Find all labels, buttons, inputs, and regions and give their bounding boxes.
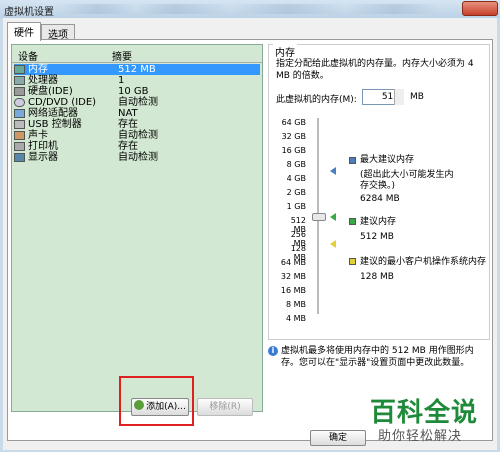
max-recommended-note: (超出此大小可能发生内存交换。) (360, 170, 454, 191)
memory-unit: MB (410, 92, 424, 102)
ok-button[interactable]: 确定 (310, 430, 366, 446)
device-summary: 10 GB (118, 86, 149, 97)
device-summary: 存在 (118, 119, 138, 130)
list-header: 设备 摘要 (12, 45, 262, 63)
device-summary: 512 MB (118, 64, 156, 75)
scale-label: 32 GB (281, 132, 306, 141)
scale-label: 1 GB (286, 202, 306, 211)
memory-spinner[interactable] (394, 89, 404, 105)
max-recommended-marker-icon (330, 167, 336, 175)
max-recommended-value: 6284 MB (360, 194, 400, 204)
device-row-hard-disk[interactable]: 硬盘(IDE) 10 GB (14, 86, 260, 97)
scale-label: 8 GB (286, 160, 306, 169)
scale-label: 64 MB (280, 258, 306, 267)
device-summary: NAT (118, 108, 138, 119)
scale-label: 32 MB (280, 272, 306, 281)
device-row-network[interactable]: 网络适配器 NAT (14, 108, 260, 119)
graphics-memory-info: 虚拟机最多将使用内存中的 512 MB 用作图形内存。您可以在"显示器"设置页面… (281, 346, 474, 368)
device-name: 打印机 (28, 141, 58, 152)
device-name: 网络适配器 (28, 108, 78, 119)
network-adapter-icon (14, 109, 25, 118)
recommended-legend-icon (349, 218, 356, 225)
scale-label: 4 GB (286, 174, 306, 183)
info-icon: i (268, 346, 278, 356)
tab-hardware[interactable]: 硬件 (7, 22, 41, 41)
device-name: 显示器 (28, 152, 58, 163)
scale-label: 4 MB (285, 314, 306, 323)
sound-card-icon (14, 131, 25, 140)
device-name: 硬盘(IDE) (28, 86, 73, 97)
tab-strip: 硬件 选项 (7, 22, 75, 41)
vm-settings-window: 虚拟机设置 硬件 选项 设备 摘要 内存 512 MB 处理器 1 硬盘(IDE… (0, 0, 500, 452)
max-recommended-legend-icon (349, 157, 356, 164)
device-row-memory[interactable]: 内存 512 MB (14, 64, 260, 75)
device-summary: 自动检测 (118, 152, 158, 163)
scale-label: 16 MB (280, 286, 306, 295)
device-name: CD/DVD (IDE) (28, 97, 97, 108)
scale-label: 64 GB (281, 118, 306, 127)
memory-field-label: 此虚拟机的内存(M): (276, 95, 357, 105)
device-summary: 自动检测 (118, 97, 158, 108)
device-row-sound[interactable]: 声卡 自动检测 (14, 130, 260, 141)
scale-label: 8 MB (285, 300, 306, 309)
remove-button[interactable]: 移除(R) (197, 398, 253, 416)
device-row-printer[interactable]: 打印机 存在 (14, 141, 260, 152)
hard-disk-icon (14, 87, 25, 96)
device-name: 声卡 (28, 130, 48, 141)
usb-icon (14, 120, 25, 129)
display-icon (14, 153, 25, 162)
recommended-value: 512 MB (360, 232, 394, 242)
device-name: 内存 (28, 64, 48, 75)
device-summary: 存在 (118, 141, 138, 152)
device-name: USB 控制器 (28, 119, 82, 130)
device-list[interactable]: 设备 摘要 内存 512 MB 处理器 1 硬盘(IDE) 10 GB CD/D… (11, 44, 263, 412)
device-summary: 自动检测 (118, 130, 158, 141)
guest-min-marker-icon (330, 240, 336, 248)
cd-dvd-icon (14, 98, 25, 107)
guest-min-value: 128 MB (360, 272, 394, 282)
window-title: 虚拟机设置 (4, 7, 54, 18)
device-summary: 1 (118, 75, 125, 86)
recommended-label: 建议内存 (360, 217, 397, 227)
device-name: 处理器 (28, 75, 58, 86)
cpu-icon (14, 76, 25, 85)
scale-label: 16 GB (281, 146, 306, 155)
watermark-brand: 百科全说 (370, 398, 479, 428)
close-button[interactable] (462, 1, 498, 16)
device-row-cd-dvd[interactable]: CD/DVD (IDE) 自动检测 (14, 97, 260, 108)
memory-description: 指定分配给此虚拟机的内存量。内存大小必须为 4 MB 的倍数。 (276, 59, 474, 81)
scale-label: 2 GB (286, 188, 306, 197)
recommended-marker-icon (330, 213, 336, 221)
printer-icon (14, 142, 25, 151)
title-bar[interactable]: 虚拟机设置 (0, 0, 500, 18)
memory-group-title: 内存 (273, 44, 297, 59)
device-row-usb[interactable]: USB 控制器 存在 (14, 119, 260, 130)
memory-slider-thumb[interactable] (312, 213, 326, 221)
background-taskbar (60, 4, 440, 14)
guest-min-legend-icon (349, 258, 356, 265)
guest-min-label: 建议的最小客户机操作系统内存 (360, 257, 487, 267)
device-row-display[interactable]: 显示器 自动检测 (14, 152, 260, 163)
column-device[interactable]: 设备 (12, 45, 106, 63)
column-summary[interactable]: 摘要 (106, 45, 132, 63)
annotation-highlight-box (119, 376, 194, 426)
tab-options[interactable]: 选项 (41, 24, 75, 41)
max-recommended-label: 最大建议内存 (360, 155, 415, 165)
memory-icon (14, 65, 25, 74)
device-row-cpu[interactable]: 处理器 1 (14, 75, 260, 86)
watermark-tagline: 助你轻松解决 (378, 429, 463, 444)
